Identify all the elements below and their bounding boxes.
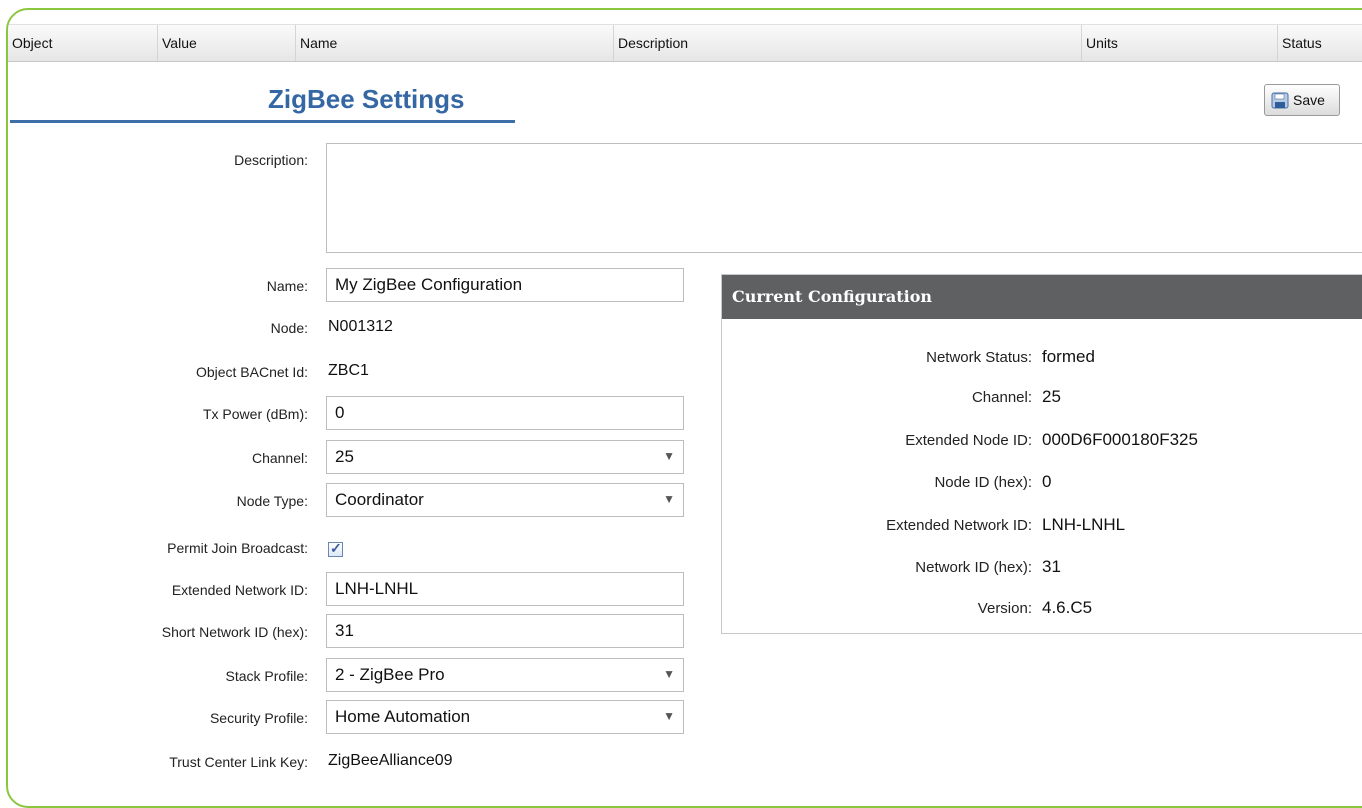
tx-power-value: 0 bbox=[335, 403, 345, 422]
version-value: 4.6.C5 bbox=[1042, 598, 1093, 617]
chevron-down-icon: ▼ bbox=[663, 667, 675, 681]
channel-value: 25 bbox=[335, 447, 354, 466]
current-extended-network-id-value: LNH-LNHL bbox=[1042, 515, 1126, 534]
node-id-hex-value: 0 bbox=[1042, 472, 1052, 491]
network-status-label: Network Status: bbox=[926, 349, 1032, 366]
column-units[interactable]: Units bbox=[1082, 25, 1278, 61]
short-network-id-value: 31 bbox=[335, 621, 354, 640]
node-type-value: Coordinator bbox=[335, 490, 424, 509]
panel-title: Current Configuration bbox=[722, 275, 1362, 319]
tx-power-label: Tx Power (dBm): bbox=[202, 406, 308, 422]
chevron-down-icon: ▼ bbox=[663, 709, 675, 723]
trust-center-key-value: ZigBeeAlliance09 bbox=[328, 752, 453, 769]
description-textarea[interactable] bbox=[326, 143, 1362, 253]
title-underline: ZigBee Settings bbox=[10, 80, 515, 123]
current-channel-value: 25 bbox=[1042, 387, 1061, 406]
node-label: Node: bbox=[270, 320, 308, 336]
save-label: Save bbox=[1293, 92, 1325, 108]
chevron-down-icon: ▼ bbox=[663, 492, 675, 506]
security-profile-select[interactable]: Home Automation ▼ bbox=[326, 700, 684, 734]
check-icon: ✓ bbox=[330, 540, 342, 556]
version-label: Version: bbox=[977, 600, 1032, 617]
current-extended-network-id-label: Extended Network ID: bbox=[886, 517, 1032, 534]
permit-join-label: Permit Join Broadcast: bbox=[167, 540, 308, 556]
name-label: Name: bbox=[266, 278, 308, 294]
column-object[interactable]: Object bbox=[8, 25, 158, 61]
current-configuration-panel: Current Configuration Network Status: fo… bbox=[721, 274, 1362, 634]
bacnet-id-label: Object BACnet Id: bbox=[195, 364, 308, 380]
extended-node-id-value: 000D6F000180F325 bbox=[1042, 430, 1198, 449]
save-disk-icon bbox=[1271, 92, 1289, 109]
page-title: ZigBee Settings bbox=[268, 84, 465, 114]
network-id-hex-label: Network ID (hex): bbox=[915, 559, 1032, 576]
stack-profile-label: Stack Profile: bbox=[225, 668, 308, 684]
column-name[interactable]: Name bbox=[296, 25, 614, 61]
extended-network-id-value: LNH-LNHL bbox=[335, 579, 419, 598]
short-network-id-input[interactable]: 31 bbox=[326, 614, 684, 648]
description-label: Description: bbox=[234, 152, 308, 168]
short-network-id-label: Short Network ID (hex): bbox=[161, 624, 308, 640]
node-value: N001312 bbox=[328, 318, 393, 335]
network-id-hex-value: 31 bbox=[1042, 557, 1061, 576]
extended-node-id-label: Extended Node ID: bbox=[905, 432, 1032, 449]
column-header-bar: Object Value Name Description Units Stat… bbox=[8, 24, 1362, 62]
node-type-label: Node Type: bbox=[236, 493, 308, 509]
save-button[interactable]: Save bbox=[1264, 84, 1340, 116]
permit-join-checkbox[interactable]: ✓ bbox=[328, 540, 343, 557]
name-input[interactable]: My ZigBee Configuration bbox=[326, 268, 684, 302]
column-value[interactable]: Value bbox=[158, 25, 296, 61]
name-value: My ZigBee Configuration bbox=[335, 275, 523, 294]
channel-select[interactable]: 25 ▼ bbox=[326, 440, 684, 474]
network-status-value: formed bbox=[1042, 347, 1095, 366]
column-description[interactable]: Description bbox=[614, 25, 1082, 61]
node-id-hex-label: Node ID (hex): bbox=[934, 474, 1032, 491]
trust-center-key-label: Trust Center Link Key: bbox=[169, 754, 308, 770]
extended-network-id-label: Extended Network ID: bbox=[171, 582, 308, 598]
tx-power-input[interactable]: 0 bbox=[326, 396, 684, 430]
column-status[interactable]: Status bbox=[1278, 25, 1362, 61]
channel-label: Channel: bbox=[251, 450, 308, 466]
stack-profile-value: 2 - ZigBee Pro bbox=[335, 665, 445, 684]
chevron-down-icon: ▼ bbox=[663, 449, 675, 463]
bacnet-id-value: ZBC1 bbox=[328, 362, 369, 379]
extended-network-id-input[interactable]: LNH-LNHL bbox=[326, 572, 684, 606]
node-type-select[interactable]: Coordinator ▼ bbox=[326, 483, 684, 517]
app-frame: Object Value Name Description Units Stat… bbox=[6, 8, 1362, 808]
security-profile-value: Home Automation bbox=[335, 707, 471, 726]
current-channel-label: Channel: bbox=[971, 389, 1032, 406]
security-profile-label: Security Profile: bbox=[209, 710, 308, 726]
stack-profile-select[interactable]: 2 - ZigBee Pro ▼ bbox=[326, 658, 684, 692]
